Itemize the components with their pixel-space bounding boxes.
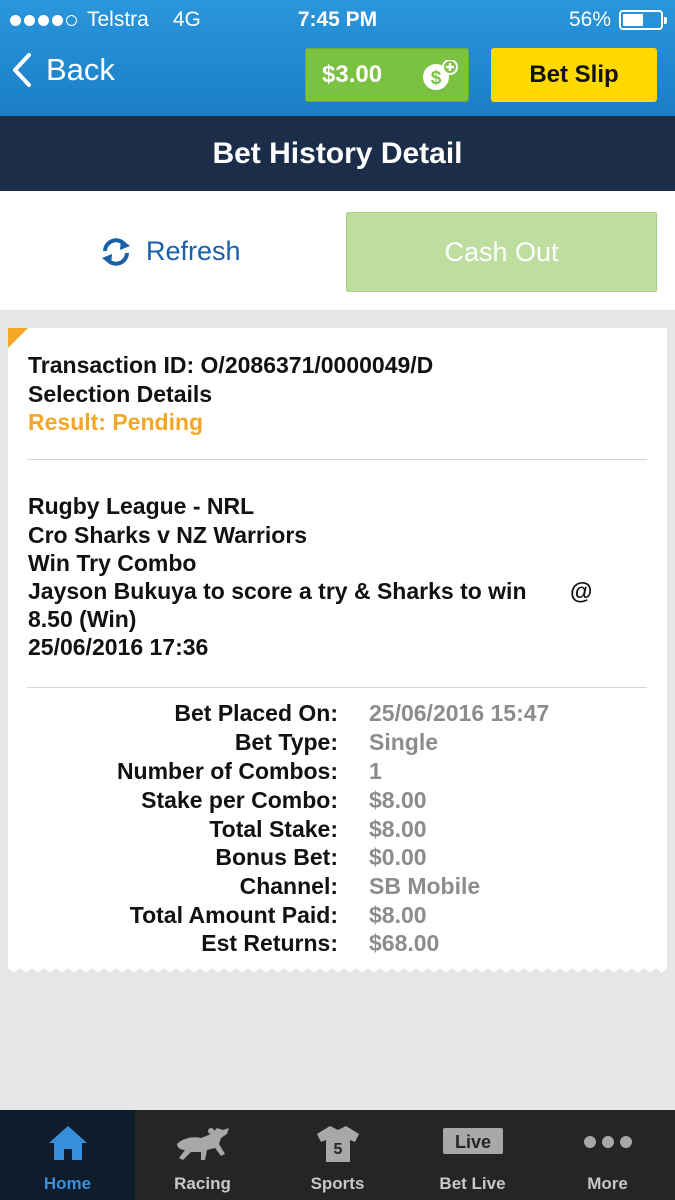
detail-value: $68.00 [369,930,440,956]
refresh-icon [102,237,130,266]
cash-out-button[interactable]: Cash Out [346,212,657,292]
chevron-left-icon [13,53,31,87]
detail-value: $8.00 [369,787,427,813]
tab-label: Home [43,1174,92,1193]
detail-label: Bet Placed On: [174,700,338,726]
horse-icon [176,1128,229,1160]
detail-label: Total Stake: [209,816,338,842]
detail-value: Single [369,729,439,755]
tab-racing[interactable]: Racing [135,1110,270,1200]
tab-label: Sports [310,1174,365,1193]
pending-corner-flag [8,328,28,348]
divider [27,687,647,688]
detail-label: Number of Combos: [116,758,338,784]
status-bar: Telstra 4G 7:45 PM 56% [0,0,675,38]
page-title: Bet History Detail [0,116,675,191]
tab-label: Bet Live [439,1174,506,1193]
receipt-torn-edge [8,962,667,973]
refresh-button[interactable]: Refresh [100,236,241,267]
bet-slip-button[interactable]: Bet Slip [491,48,657,102]
bet-detail-card: Transaction ID: O/2086371/0000049/D Sele… [8,328,667,968]
detail-value: $0.00 [369,844,427,870]
odds-at-symbol: @ [570,578,593,604]
detail-label: Bet Type: [234,729,338,755]
jersey-icon: 5 [316,1126,359,1162]
svg-text:$: $ [431,68,442,89]
tab-label: Racing [174,1174,231,1193]
back-label: Back [46,52,115,87]
detail-label: Bonus Bet: [215,844,338,870]
detail-label: Est Returns: [201,930,338,956]
tab-more[interactable]: More [540,1110,675,1200]
detail-label: Total Amount Paid: [129,902,338,928]
app-header: Telstra 4G 7:45 PM 56% Back $3.00 $ Bet … [0,0,675,116]
refresh-label: Refresh [146,236,241,266]
svg-text:5: 5 [333,1141,342,1158]
balance-amount: $3.00 [322,61,383,88]
sport-name: Rugby League - NRL [28,493,255,519]
battery-icon [619,10,667,30]
account-balance-button[interactable]: $3.00 $ [305,48,469,102]
result-status: Result: Pending [28,409,204,435]
more-dots-icon [583,1136,632,1148]
deposit-icon: $ [423,60,458,90]
back-button[interactable]: Back [12,52,115,88]
match-name: Cro Sharks v NZ Warriors [28,522,308,548]
live-icon: Live [442,1128,503,1154]
tab-sports[interactable]: 5 Sports [270,1110,405,1200]
detail-label: Channel: [239,873,338,899]
divider [27,459,647,460]
bottom-tab-bar: Home Racing 5 Sports Live Bet Live More [0,1110,675,1200]
detail-value: 1 [369,758,382,784]
detail-label: Stake per Combo: [141,787,338,813]
detail-value: $8.00 [369,816,427,842]
svg-text:Live: Live [454,1132,490,1152]
selection-name: Jayson Bukuya to score a try & Sharks to… [28,578,527,604]
transaction-id: Transaction ID: O/2086371/0000049/D [28,352,434,378]
market-name: Win Try Combo [28,550,197,576]
selection-details-heading: Selection Details [28,381,213,407]
odds-value: 8.50 (Win) [28,606,137,632]
event-time: 25/06/2016 17:36 [28,634,209,660]
tab-label: More [587,1174,628,1193]
tab-home[interactable]: Home [0,1110,135,1200]
battery-percent: 56% [568,8,611,31]
detail-value: SB Mobile [369,873,481,899]
detail-value: 25/06/2016 15:47 [369,700,550,726]
home-icon [48,1126,87,1160]
tab-bet-live[interactable]: Live Bet Live [405,1110,540,1200]
detail-value: $8.00 [369,902,427,928]
